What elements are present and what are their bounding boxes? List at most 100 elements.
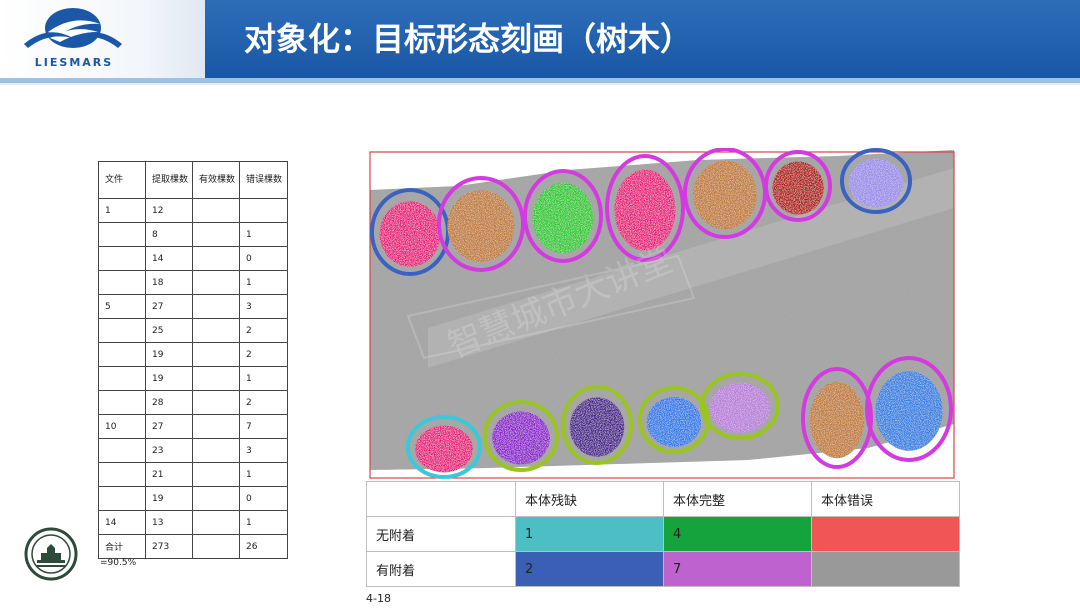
table-row: 28 2: [98, 390, 288, 415]
table-cell: 0: [239, 246, 288, 271]
tree-crown: [809, 381, 865, 459]
table-cell: 25: [145, 318, 193, 343]
table-row: 1 12: [98, 198, 288, 223]
top-row-tree-4: [605, 154, 685, 262]
tree-crown: [569, 397, 625, 457]
table-cell: [192, 222, 240, 247]
top-row-tree-5: [683, 148, 767, 239]
table-cell: 0: [239, 486, 288, 511]
table-row: 18 1: [98, 270, 288, 295]
top-row-tree-3: [523, 169, 603, 263]
bottom-row-tree-3: [561, 385, 633, 465]
legend-swatch-violet: 7: [663, 551, 812, 587]
tree-crown: [614, 169, 676, 251]
table-cell: 21: [145, 462, 193, 487]
liesmars-logo: LIESMARS: [18, 4, 128, 70]
table-cell: [98, 270, 146, 295]
top-row-tree-1: [370, 188, 450, 276]
table-cell: 7: [239, 414, 288, 439]
logo-emblem-icon: [24, 8, 122, 48]
table-cell: [192, 534, 240, 559]
table-cell: [192, 390, 240, 415]
table-cell: 19: [145, 486, 193, 511]
table-cell: 273: [145, 534, 193, 559]
bottom-row-tree-6: [801, 367, 873, 469]
table-cell: 28: [145, 390, 193, 415]
tree-crown: [848, 158, 904, 208]
legend-swatch-green: 4: [663, 516, 812, 552]
tree-crown: [709, 383, 771, 433]
bottom-row-tree-2: [483, 400, 559, 472]
table-cell: 12: [145, 198, 193, 223]
table-cell: 1: [239, 366, 288, 391]
table-cell: [98, 390, 146, 415]
tree-segmentation-scene: 智慧城市大讲堂: [368, 148, 956, 480]
table-cell: [98, 342, 146, 367]
tree-crown: [646, 397, 702, 447]
legend-col-error: 本体错误: [811, 481, 960, 517]
legend-header-row: 本体残缺 本体完整 本体错误: [366, 481, 960, 517]
legend-table: 本体残缺 本体完整 本体错误 无附着 1 4 有附着 2 7: [366, 481, 960, 587]
extraction-stats-table: 文件 提取棵数 有效棵数 错误棵数 1 12 8 1 14 0 18 1 5 27 3 25 2 19 2 1…: [98, 161, 288, 559]
table-cell: 2: [239, 318, 288, 343]
table-cell: 5: [98, 294, 146, 319]
table-row: 21 1: [98, 462, 288, 487]
tree-crown: [492, 411, 550, 465]
table-cell: 1: [98, 198, 146, 223]
table-cell: 2: [239, 390, 288, 415]
legend-swatch-teal: 1: [515, 516, 664, 552]
legend-row-with-attachment: 有附着 2 7: [366, 551, 960, 587]
table-cell: [192, 342, 240, 367]
table-cell: 18: [145, 270, 193, 295]
bottom-row-tree-4: [638, 386, 710, 454]
table-cell: [98, 486, 146, 511]
table-cell: [98, 462, 146, 487]
legend-row-label: 无附着: [366, 516, 516, 552]
legend-swatch-red: [811, 516, 960, 552]
logo-text: LIESMARS: [34, 56, 114, 69]
top-row-tree-7: [840, 148, 912, 214]
table-row: 14 0: [98, 246, 288, 271]
table-cell: 1: [239, 270, 288, 295]
table-cell: 3: [239, 438, 288, 463]
table-cell: [98, 366, 146, 391]
legend-col-complete: 本体完整: [663, 481, 812, 517]
header-valid: 有效棵数: [192, 161, 240, 199]
table-cell: 10: [98, 414, 146, 439]
legend-corner: [366, 481, 516, 517]
table-cell: [192, 318, 240, 343]
bottom-row-tree-1: [406, 415, 482, 479]
table-cell: 1: [239, 510, 288, 535]
table-cell: [192, 198, 240, 223]
table-row: 14 13 1: [98, 510, 288, 535]
tree-crown: [772, 161, 824, 215]
table-row: 5 27 3: [98, 294, 288, 319]
header-shadow: [0, 83, 1080, 85]
legend-swatch-gray: [811, 551, 960, 587]
header-file: 文件: [98, 161, 146, 199]
seal-emblem-icon: [24, 527, 78, 581]
bottom-row-tree-5: [700, 372, 780, 440]
table-cell: 1: [239, 462, 288, 487]
table-cell: 27: [145, 294, 193, 319]
bottom-row-tree-7: [865, 356, 953, 462]
accuracy-text: =90.5%: [100, 558, 137, 568]
table-row: 19 1: [98, 366, 288, 391]
table-header-row: 文件 提取棵数 有效棵数 错误棵数: [98, 161, 288, 199]
table-cell: [239, 198, 288, 223]
top-row-tree-6: [764, 150, 832, 222]
table-cell: [192, 510, 240, 535]
table-row: 10 27 7: [98, 414, 288, 439]
table-cell: [192, 366, 240, 391]
table-cell: [192, 486, 240, 511]
top-row-tree-2: [437, 176, 525, 272]
legend-col-incomplete: 本体残缺: [515, 481, 664, 517]
legend-swatch-blue: 2: [515, 551, 664, 587]
table-row: 合计 273 26: [98, 534, 288, 559]
page-title: 对象化：目标形态刻画（树木）: [244, 20, 693, 58]
table-cell: 14: [145, 246, 193, 271]
table-cell: 1: [239, 222, 288, 247]
table-cell: [98, 438, 146, 463]
table-cell: [192, 270, 240, 295]
table-cell: 8: [145, 222, 193, 247]
